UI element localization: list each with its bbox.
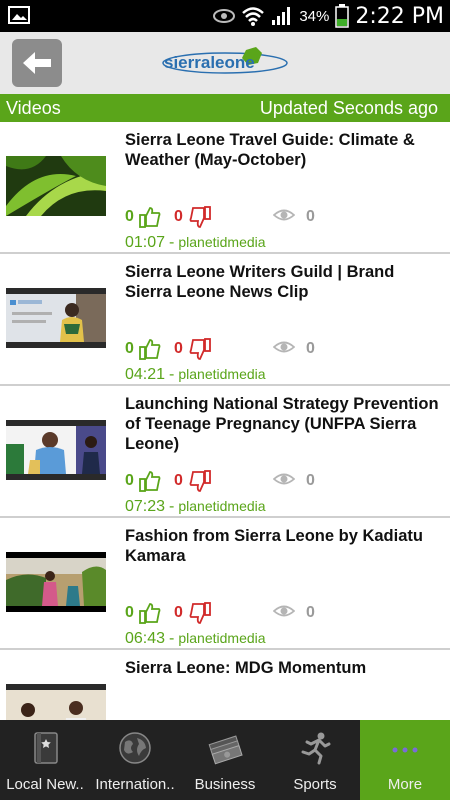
- tab-label: Internation..: [95, 776, 175, 793]
- section-title: Videos: [6, 98, 61, 118]
- updated-status: Updated Seconds ago: [259, 98, 438, 118]
- video-title[interactable]: Fashion from Sierra Leone by Kadiatu Kam…: [125, 526, 443, 566]
- video-meta: 06:43- planetidmedia: [125, 630, 266, 648]
- clock: 2:22 PM: [355, 3, 444, 29]
- views-icon: [273, 605, 295, 617]
- video-list[interactable]: Sierra Leone Travel Guide: Climate & Wea…: [0, 122, 450, 720]
- dislikes-count: 0: [174, 208, 183, 225]
- tab-label: Business: [194, 776, 256, 793]
- views-count: 0: [306, 604, 315, 621]
- bottom-navigation: Local New.. Internation.. Business Sport…: [0, 720, 450, 800]
- video-thumbnail[interactable]: [6, 288, 106, 348]
- video-title[interactable]: Sierra Leone Writers Guild | Brand Sierr…: [125, 262, 443, 302]
- thumbs-down-icon[interactable]: [189, 470, 211, 494]
- wifi-icon: [242, 7, 265, 26]
- likes-count: 0: [125, 208, 134, 225]
- dislikes-count: 0: [174, 604, 183, 621]
- video-stats: 0 0 0: [125, 338, 445, 362]
- meta-separator: -: [169, 630, 175, 647]
- battery-percent: 34%: [299, 7, 330, 25]
- views-icon: [273, 341, 295, 353]
- back-button[interactable]: [12, 39, 62, 87]
- views-icon: [273, 473, 295, 485]
- video-duration: 06:43: [125, 630, 166, 647]
- dislikes-count: 0: [174, 472, 183, 489]
- sierra-leone-logo: sierraleone: [162, 47, 288, 74]
- video-meta: 07:23- planetidmedia: [125, 498, 266, 516]
- video-title[interactable]: Sierra Leone: MDG Momentum: [125, 658, 443, 678]
- video-meta: 01:07- planetidmedia: [125, 234, 266, 252]
- video-item[interactable]: Sierra Leone Writers Guild | Brand Sierr…: [0, 254, 450, 386]
- status-bar: 34% 2:22 PM: [0, 0, 450, 32]
- channel-name[interactable]: planetidmedia: [178, 630, 265, 646]
- more-icon: [392, 747, 418, 753]
- app-header: sierraleone: [0, 32, 450, 94]
- video-stats: 0 0 0: [125, 206, 445, 230]
- thumbs-up-icon[interactable]: [139, 206, 161, 228]
- views-count: 0: [306, 472, 315, 489]
- dislikes-count: 0: [174, 340, 183, 357]
- video-thumbnail[interactable]: [6, 552, 106, 612]
- video-thumbnail[interactable]: [6, 420, 106, 480]
- book-icon: [34, 732, 58, 764]
- tab-sports[interactable]: Sports: [270, 720, 360, 800]
- thumbs-down-icon[interactable]: [189, 602, 211, 626]
- video-item[interactable]: Launching National Strategy Prevention o…: [0, 386, 450, 518]
- money-icon: [208, 735, 243, 765]
- runner-icon: [301, 732, 331, 765]
- signal-icon: [272, 7, 291, 25]
- tab-label: Local New..: [6, 776, 84, 793]
- views-count: 0: [306, 208, 315, 225]
- video-thumbnail[interactable]: [6, 156, 106, 216]
- views-icon: [273, 209, 295, 221]
- tab-label: Sports: [293, 776, 337, 793]
- thumbs-up-icon[interactable]: [139, 470, 161, 492]
- thumbs-up-icon[interactable]: [139, 602, 161, 624]
- video-item[interactable]: Fashion from Sierra Leone by Kadiatu Kam…: [0, 518, 450, 650]
- gallery-icon: [8, 6, 30, 24]
- battery-icon: [335, 4, 350, 28]
- thumbs-down-icon[interactable]: [189, 338, 211, 362]
- thumbs-up-icon[interactable]: [139, 338, 161, 360]
- channel-name[interactable]: planetidmedia: [178, 498, 265, 514]
- section-bar: Videos Updated Seconds ago: [0, 94, 450, 122]
- tab-business[interactable]: Business: [180, 720, 270, 800]
- video-duration: 07:23: [125, 498, 166, 515]
- meta-separator: -: [169, 366, 175, 383]
- channel-name[interactable]: planetidmedia: [178, 234, 265, 250]
- video-meta: 04:21- planetidmedia: [125, 366, 266, 384]
- likes-count: 0: [125, 340, 134, 357]
- eye-status-icon: [213, 9, 236, 23]
- logo-text: sierraleone: [164, 53, 255, 72]
- tab-label: More: [387, 776, 423, 793]
- video-title[interactable]: Launching National Strategy Prevention o…: [125, 394, 443, 454]
- likes-count: 0: [125, 604, 134, 621]
- globe-icon: [119, 732, 151, 764]
- back-arrow-icon: [23, 52, 51, 74]
- meta-separator: -: [169, 498, 175, 515]
- video-duration: 04:21: [125, 366, 166, 383]
- views-count: 0: [306, 340, 315, 357]
- video-title[interactable]: Sierra Leone Travel Guide: Climate & Wea…: [125, 130, 443, 170]
- video-item[interactable]: Sierra Leone: MDG Momentum: [0, 650, 450, 720]
- video-duration: 01:07: [125, 234, 166, 251]
- thumbs-down-icon[interactable]: [189, 206, 211, 230]
- video-item[interactable]: Sierra Leone Travel Guide: Climate & Wea…: [0, 122, 450, 254]
- video-thumbnail[interactable]: [6, 684, 106, 720]
- tab-international[interactable]: Internation..: [90, 720, 180, 800]
- tab-local-news[interactable]: Local New..: [0, 720, 90, 800]
- tab-more[interactable]: More: [360, 720, 450, 800]
- video-stats: 0 0 0: [125, 470, 445, 494]
- video-stats: 0 0 0: [125, 602, 445, 626]
- meta-separator: -: [169, 234, 175, 251]
- likes-count: 0: [125, 472, 134, 489]
- channel-name[interactable]: planetidmedia: [178, 366, 265, 382]
